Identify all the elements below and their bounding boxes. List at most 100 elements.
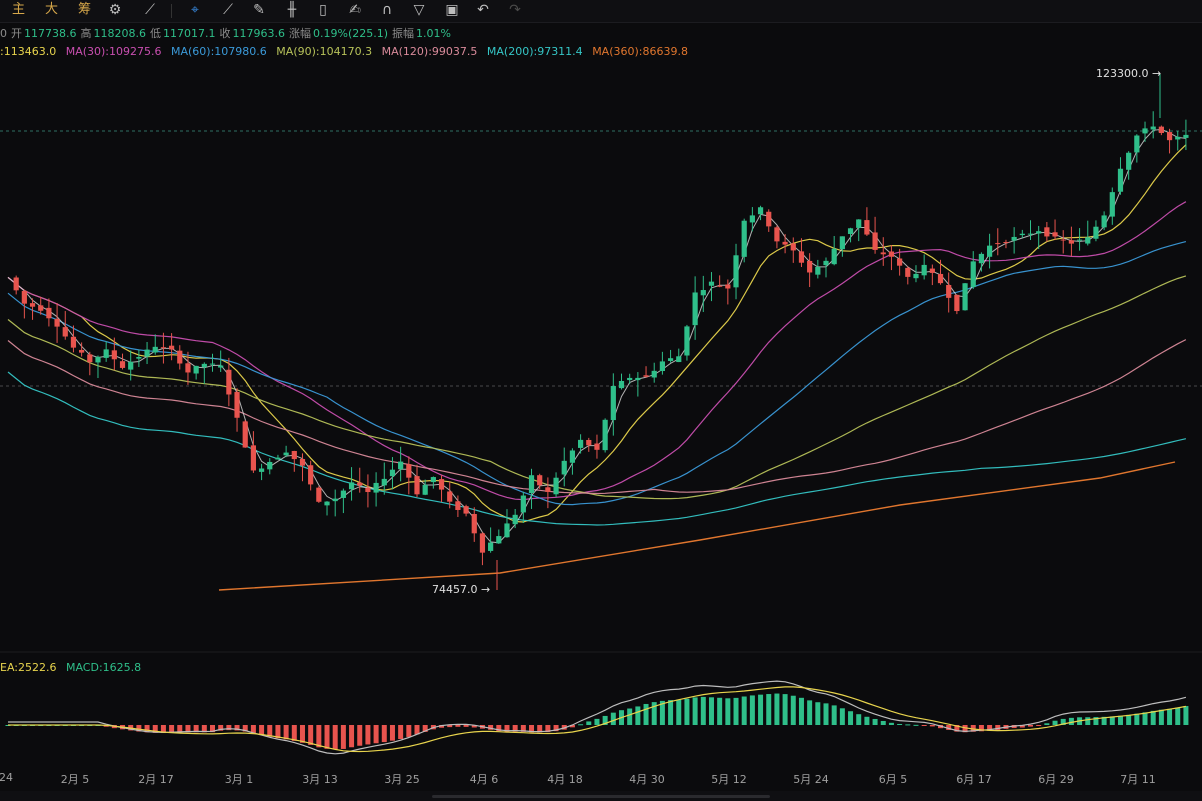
macd-histogram-bar [856, 714, 862, 725]
candle-body [512, 514, 518, 525]
candle-body [905, 267, 911, 277]
ma-line-fast [7, 128, 1186, 544]
candle-body [169, 345, 175, 350]
macd-histogram-bar [676, 699, 682, 725]
macd-value: MACD:1625.8 [65, 661, 142, 674]
macd-histogram-bar [897, 723, 903, 725]
macd-histogram-bar [692, 697, 698, 725]
amplitude-label: 振幅 [392, 27, 415, 40]
candle-body [651, 370, 657, 378]
candlestick-chart[interactable] [0, 0, 1202, 801]
macd-histogram-bar [1150, 710, 1156, 725]
macd-histogram-bar [586, 721, 592, 725]
candle-body [839, 236, 845, 250]
candle-body [447, 491, 453, 502]
candle-body [414, 476, 420, 495]
macd-histogram-bar [291, 725, 297, 741]
candle-body [618, 380, 625, 389]
macd-histogram-bar [332, 725, 338, 750]
macd-histogram-bar [635, 706, 641, 725]
candle-body [242, 421, 248, 448]
candle-body [357, 482, 363, 486]
candle-body [937, 273, 944, 284]
macd-histogram-bar [831, 705, 837, 725]
candle-body [332, 498, 338, 502]
candle-body [430, 477, 436, 483]
macd-histogram-bar [381, 725, 387, 743]
candle-body [643, 375, 649, 377]
candle-body [1044, 227, 1050, 237]
candle-body [21, 290, 27, 304]
dea-value: EA:2522.6 [0, 661, 57, 674]
x-tick-label: 6月 17 [956, 773, 992, 786]
macd-histogram-bar [708, 697, 714, 725]
macd-histogram-bar [807, 700, 813, 725]
macd-histogram-bar [815, 702, 821, 725]
candle-body [479, 533, 486, 553]
candle-body [798, 251, 805, 263]
macd-histogram-bar [643, 703, 649, 725]
candle-body [1036, 231, 1042, 234]
candle-body [741, 220, 747, 257]
candle-body [258, 468, 265, 472]
macd-histogram-bar [1167, 708, 1173, 725]
open-label: 开 [11, 27, 22, 40]
macd-histogram-bar [848, 711, 854, 725]
macd-histogram-bar [340, 725, 346, 749]
macd-histogram-bar [758, 694, 764, 725]
high-price-annotation: 123300.0 → [1096, 67, 1162, 80]
candle-body [226, 369, 232, 395]
candle-body [13, 277, 19, 291]
candle-body [103, 349, 109, 358]
ma-legend-item: MA(90):104170.3 [276, 45, 373, 58]
x-tick-label: 24 [0, 771, 13, 784]
macd-histogram-bar [913, 724, 919, 726]
macd-histogram-bar [1175, 707, 1181, 725]
candle-body [177, 350, 183, 364]
candle-body [95, 356, 101, 363]
candle-body [70, 336, 77, 348]
candle-body [790, 243, 796, 251]
macd-histogram-bar [1126, 714, 1132, 725]
candle-body [201, 363, 207, 368]
ma-legend-item: MA(30):109275.6 [65, 45, 162, 58]
candle-body [38, 305, 44, 311]
macd-histogram-bar [283, 725, 289, 740]
candle-body [275, 457, 281, 460]
ohlc-legend: 0 开 117738.6 高 118208.6 低 117017.1 收 117963.6 涨幅 0… [0, 27, 455, 41]
candle-body [1027, 233, 1034, 235]
candle-body [299, 459, 306, 466]
candle-body [520, 495, 526, 513]
macd-histogram-bar [725, 698, 731, 725]
candle-body [717, 285, 723, 287]
candle-body [152, 346, 158, 353]
ma-legend-item: MA(60):107980.6 [171, 45, 267, 58]
open-value: 117738.6 [24, 27, 77, 40]
candle-body [381, 478, 387, 486]
macd-histogram-bar [1052, 720, 1058, 725]
candle-body [324, 501, 330, 506]
candle-body [250, 445, 256, 471]
candle-body [128, 361, 134, 370]
macd-histogram-bar [1068, 717, 1074, 725]
x-tick-label: 5月 12 [711, 773, 747, 786]
candle-body [921, 264, 927, 276]
candle-body [1109, 192, 1115, 217]
candle-body [1093, 226, 1099, 239]
x-tick-label: 7月 11 [1120, 773, 1156, 786]
candle-body [970, 261, 976, 288]
time-range-scroll-handle[interactable] [432, 795, 770, 798]
macd-histogram-bar [668, 700, 674, 725]
candle-body [136, 356, 142, 359]
macd-histogram-bar [259, 725, 265, 736]
macd-histogram-bar [872, 718, 878, 725]
macd-histogram-bar [717, 697, 723, 725]
x-tick-label: 4月 30 [629, 773, 665, 786]
candle-body [471, 513, 477, 534]
candle-body [144, 349, 150, 357]
macd-histogram-bar [774, 693, 780, 725]
change-value: 0.19%(225.1) [313, 27, 389, 40]
candle-body [1076, 239, 1083, 241]
candle-body [962, 283, 968, 311]
macd-histogram-bar [880, 720, 886, 725]
